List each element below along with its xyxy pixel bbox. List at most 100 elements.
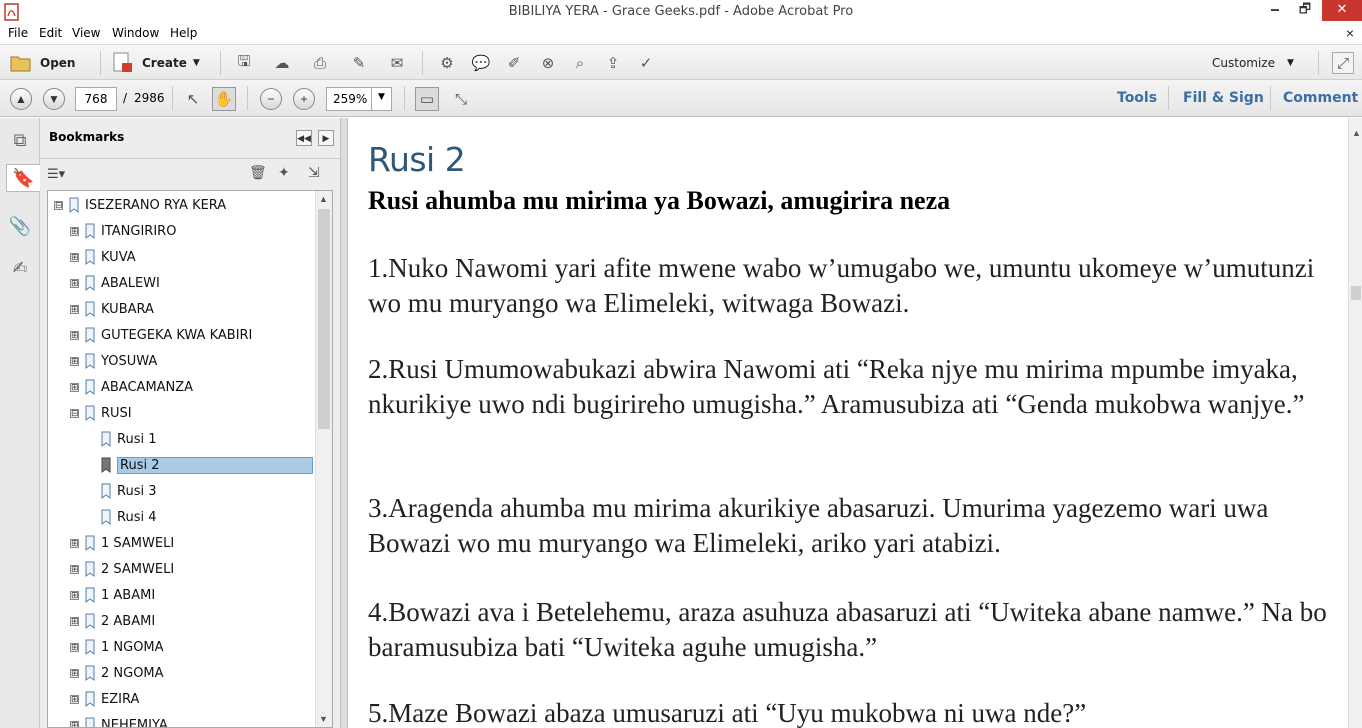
tools-pane-button[interactable]: Tools xyxy=(1117,90,1157,106)
minimize-button[interactable]: 🗕 xyxy=(1262,0,1288,20)
scroll-up-icon[interactable]: ▲ xyxy=(319,194,328,204)
bookmark-row[interactable]: ⊞ 1 SAMWELI xyxy=(70,532,174,554)
expand-icon[interactable]: ⊞ xyxy=(70,304,79,314)
select-cursor-icon[interactable]: ↖ xyxy=(182,88,204,110)
bookmark-row[interactable]: Rusi 4 xyxy=(101,506,156,528)
settings-icon[interactable]: ⚙ xyxy=(436,52,458,74)
bookmark-options-button[interactable]: ☰▾ xyxy=(47,166,65,182)
zoom-input[interactable]: 259% xyxy=(326,87,372,111)
menu-help[interactable]: Help xyxy=(170,26,197,40)
document-scrollbar[interactable]: ▲ xyxy=(1348,118,1362,728)
scroll-down-icon[interactable]: ▼ xyxy=(319,714,328,724)
upload-icon[interactable]: ☁ xyxy=(271,52,293,74)
fullscreen-icon[interactable]: ⤢ xyxy=(1332,52,1354,74)
bookmark-row[interactable]: ⊞ GUTEGEKA KWA KABIRI xyxy=(70,324,252,346)
restore-button[interactable]: 🗗 xyxy=(1292,0,1318,20)
previous-page-button[interactable]: ▲ xyxy=(10,88,32,110)
bookmark-row[interactable]: ⊟ RUSI xyxy=(70,402,132,424)
page-thumbnails-icon[interactable]: ⧉ xyxy=(6,126,34,154)
expand-icon[interactable]: ⊞ xyxy=(70,590,79,600)
zoom-dropdown[interactable]: ▼ xyxy=(371,87,392,111)
create-button[interactable]: Create ▼ xyxy=(112,50,200,76)
bookmarks-scrollbar[interactable]: ▲ ▼ xyxy=(315,191,332,727)
expand-icon[interactable]: ⊞ xyxy=(70,252,79,262)
bookmarks-icon[interactable]: 🔖 xyxy=(6,164,40,192)
bookmark-row[interactable]: ⊞ 1 NGOMA xyxy=(70,636,164,658)
bookmark-row[interactable]: ⊞ KUVA xyxy=(70,246,136,268)
new-bookmark-icon[interactable]: ✦ xyxy=(278,164,290,181)
menu-file[interactable]: File xyxy=(8,26,28,40)
bookmark-row[interactable]: ⊞ NEHEMIYA xyxy=(70,714,168,727)
arrow-up-icon: ▲ xyxy=(15,92,27,106)
form-icon[interactable]: ✓ xyxy=(635,52,657,74)
expand-bookmark-icon[interactable]: ⇲ xyxy=(308,164,320,181)
bookmark-row[interactable]: Rusi 3 xyxy=(101,480,156,502)
bookmark-row[interactable]: ⊞ YOSUWA xyxy=(70,350,157,372)
hand-tool-icon[interactable]: ✋ xyxy=(212,87,236,111)
delete-bookmark-icon[interactable]: 🗑 xyxy=(249,164,267,181)
sign-icon[interactable]: ✎ xyxy=(348,52,370,74)
expand-icon[interactable]: ⊞ xyxy=(70,382,79,392)
save-icon[interactable]: 🖫 xyxy=(233,52,255,74)
export-icon[interactable]: ⇪ xyxy=(602,52,624,74)
bookmark-label: 1 NGOMA xyxy=(101,639,164,655)
open-button[interactable]: Open xyxy=(10,50,75,76)
signatures-icon[interactable]: ✍ xyxy=(6,254,34,282)
close-window-button[interactable]: ✕ xyxy=(1322,0,1362,21)
print-icon[interactable]: ⎙ xyxy=(309,52,331,74)
collapse-icon[interactable]: ⊟ xyxy=(70,408,79,418)
highlight-icon[interactable]: ✐ xyxy=(503,52,525,74)
panel-divider xyxy=(40,158,340,159)
bookmark-row[interactable]: ⊞ ABACAMANZA xyxy=(70,376,193,398)
delete-page-icon[interactable]: ⊗ xyxy=(537,52,559,74)
email-icon[interactable]: ✉ xyxy=(386,52,408,74)
zoom-out-button[interactable]: − xyxy=(260,88,282,110)
expand-icon[interactable]: ⊞ xyxy=(70,356,79,366)
customize-button[interactable]: Customize ▼ xyxy=(1212,50,1294,76)
sticky-icon[interactable]: ⌕ xyxy=(569,52,591,74)
page-number-input[interactable]: 768 xyxy=(75,87,117,111)
fit-width-icon[interactable]: ⤡ xyxy=(450,88,472,110)
bookmark-row-selected[interactable]: Rusi 2 xyxy=(101,454,313,476)
expand-icon[interactable]: ⊞ xyxy=(70,668,79,678)
bookmark-row[interactable]: Rusi 1 xyxy=(101,428,156,450)
expand-icon[interactable]: ⊞ xyxy=(70,642,79,652)
comment-pane-button[interactable]: Comment xyxy=(1283,90,1358,106)
expand-icon[interactable]: ⊞ xyxy=(70,616,79,626)
menu-edit[interactable]: Edit xyxy=(39,26,62,40)
expand-icon[interactable]: ⊞ xyxy=(70,720,79,727)
fill-sign-pane-button[interactable]: Fill & Sign xyxy=(1183,90,1264,106)
bookmark-row[interactable]: ⊞ EZIRA xyxy=(70,688,139,710)
panel-options-button[interactable]: ▶ xyxy=(318,130,334,146)
bookmark-row[interactable]: ⊞ KUBARA xyxy=(70,298,154,320)
scrollbar-thumb[interactable] xyxy=(1351,286,1361,300)
bookmark-row[interactable]: ⊞ ITANGIRIRO xyxy=(70,220,176,242)
bookmark-row[interactable]: ⊟ ISEZERANO RYA KERA xyxy=(54,194,226,216)
close-document-button[interactable]: × xyxy=(1346,25,1354,41)
expand-icon[interactable]: ⊞ xyxy=(70,330,79,340)
comment-icon[interactable]: 💬 xyxy=(470,52,492,74)
bookmark-row[interactable]: ⊞ 2 ABAMI xyxy=(70,610,155,632)
expand-icon[interactable]: ⊞ xyxy=(70,278,79,288)
expand-icon[interactable]: ⊞ xyxy=(70,564,79,574)
collapse-icon[interactable]: ⊟ xyxy=(54,200,63,210)
next-page-button[interactable]: ▼ xyxy=(43,88,65,110)
options-menu-icon: ☰▾ xyxy=(47,166,66,181)
zoom-in-button[interactable]: + xyxy=(293,88,315,110)
fit-page-icon[interactable]: ▭ xyxy=(415,87,439,111)
panel-splitter[interactable] xyxy=(340,118,348,728)
bookmark-row[interactable]: ⊞ 1 ABAMI xyxy=(70,584,155,606)
scrollbar-thumb[interactable] xyxy=(318,209,330,429)
expand-icon[interactable]: ⊞ xyxy=(70,538,79,548)
bookmark-icon xyxy=(85,353,95,369)
attachments-icon[interactable]: 📎 xyxy=(6,212,34,240)
menu-window[interactable]: Window xyxy=(112,26,159,40)
collapse-panel-button[interactable]: ◀◀ xyxy=(296,130,312,146)
bookmark-row[interactable]: ⊞ 2 SAMWELI xyxy=(70,558,174,580)
bookmark-row[interactable]: ⊞ ABALEWI xyxy=(70,272,160,294)
expand-icon[interactable]: ⊞ xyxy=(70,694,79,704)
expand-icon[interactable]: ⊞ xyxy=(70,226,79,236)
menu-view[interactable]: View xyxy=(72,26,100,40)
scroll-up-icon[interactable]: ▲ xyxy=(1352,128,1361,138)
bookmark-row[interactable]: ⊞ 2 NGOMA xyxy=(70,662,164,684)
